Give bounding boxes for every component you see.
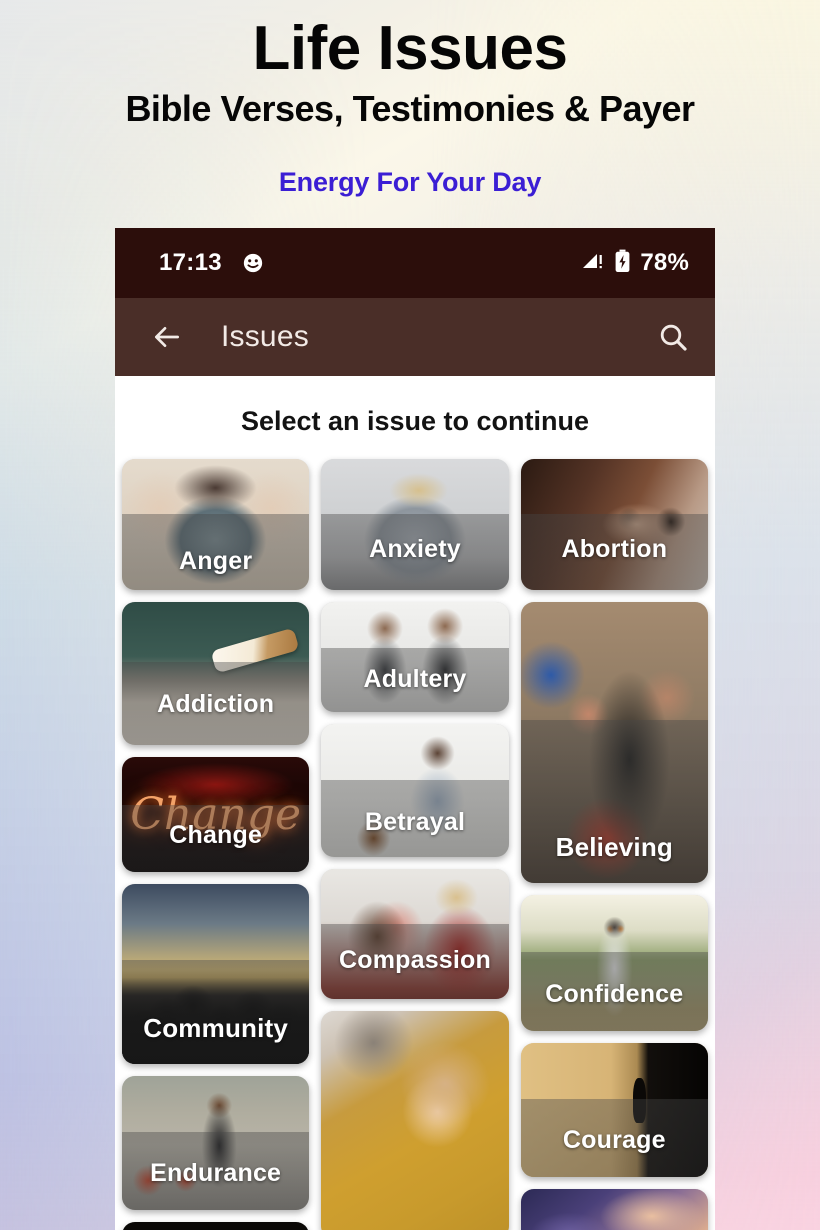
issue-card-label: Community <box>143 1013 289 1043</box>
issue-card-compassion[interactable]: Compassion <box>321 869 509 999</box>
issues-grid-column-3: Abortion Believing Confidence Courage <box>520 459 708 1230</box>
app-bar: Issues <box>115 298 715 376</box>
issue-card-anxiety[interactable]: Anxiety <box>321 459 509 590</box>
battery-charging-icon <box>614 249 631 278</box>
issue-card-label: Compassion <box>338 946 491 974</box>
back-arrow-icon[interactable] <box>151 321 183 353</box>
issue-card-image <box>520 1189 708 1230</box>
promo-tagline: Energy For Your Day <box>278 166 542 197</box>
issues-grid-column-2: Anxiety Adultery Betrayal Compassion <box>321 459 509 1230</box>
issue-card-label: Believing <box>555 832 674 862</box>
issue-card-label: Adultery <box>363 665 467 693</box>
issue-card-label: Courage <box>562 1126 666 1154</box>
phone-screenshot: 17:13 78% Issues Select an issue to cont… <box>115 228 715 1230</box>
issue-card-adultery[interactable]: Adultery <box>321 602 509 712</box>
issue-card-label: Confidence <box>545 980 684 1008</box>
issue-card-label: Endurance <box>150 1159 282 1187</box>
smiley-face-icon <box>242 252 264 274</box>
signal-bars-icon <box>581 250 605 277</box>
issue-card-label: Change <box>169 821 263 849</box>
issue-card-unlabeled-0-5[interactable] <box>122 1222 310 1230</box>
issue-card-label: Abortion <box>561 535 668 563</box>
issue-card-abortion[interactable]: Abortion <box>520 459 708 590</box>
issue-card-endurance[interactable]: Endurance <box>122 1076 310 1210</box>
issue-card-addiction[interactable]: Addiction <box>122 602 310 745</box>
issue-card-label: Anxiety <box>369 535 461 563</box>
issue-card-image <box>122 1222 310 1230</box>
promo-title: Life Issues <box>252 14 568 83</box>
issue-card-image <box>321 1011 509 1230</box>
issue-card-courage[interactable]: Courage <box>520 1043 708 1177</box>
issue-card-label: Anger <box>179 547 253 575</box>
status-bar: 17:13 78% <box>115 228 715 298</box>
issues-grid-column-1: Anger Addiction Change Community Endurance <box>122 459 310 1230</box>
battery-percent-label: 78% <box>640 249 689 276</box>
issue-card-believing[interactable]: Believing <box>520 602 708 883</box>
issue-card-label: Betrayal <box>364 808 466 836</box>
issue-card-anger[interactable]: Anger <box>122 459 310 590</box>
promo-subtitle: Bible Verses, Testimonies & Payer <box>125 88 695 130</box>
issue-card-unlabeled-2-4[interactable] <box>520 1189 708 1230</box>
issues-grid: AngerAddictionChangeCommunityEnduranceAn… <box>115 459 715 1230</box>
issue-card-betrayal[interactable]: Betrayal <box>321 724 509 857</box>
issue-card-scrim <box>122 959 310 1064</box>
issue-card-change[interactable]: Change <box>122 757 310 872</box>
issue-card-label: Addiction <box>157 690 275 718</box>
app-bar-title: Issues <box>221 320 309 353</box>
issue-card-confidence[interactable]: Confidence <box>520 895 708 1031</box>
status-bar-right-cluster: 78% <box>581 249 689 278</box>
issue-card-unlabeled-1-4[interactable] <box>321 1011 509 1230</box>
page-instruction: Select an issue to continue <box>115 376 715 459</box>
search-icon[interactable] <box>657 321 689 353</box>
issue-card-community[interactable]: Community <box>122 884 310 1064</box>
status-bar-clock: 17:13 <box>159 249 222 276</box>
promo-header: Life Issues Bible Verses, Testimonies & … <box>0 0 820 198</box>
